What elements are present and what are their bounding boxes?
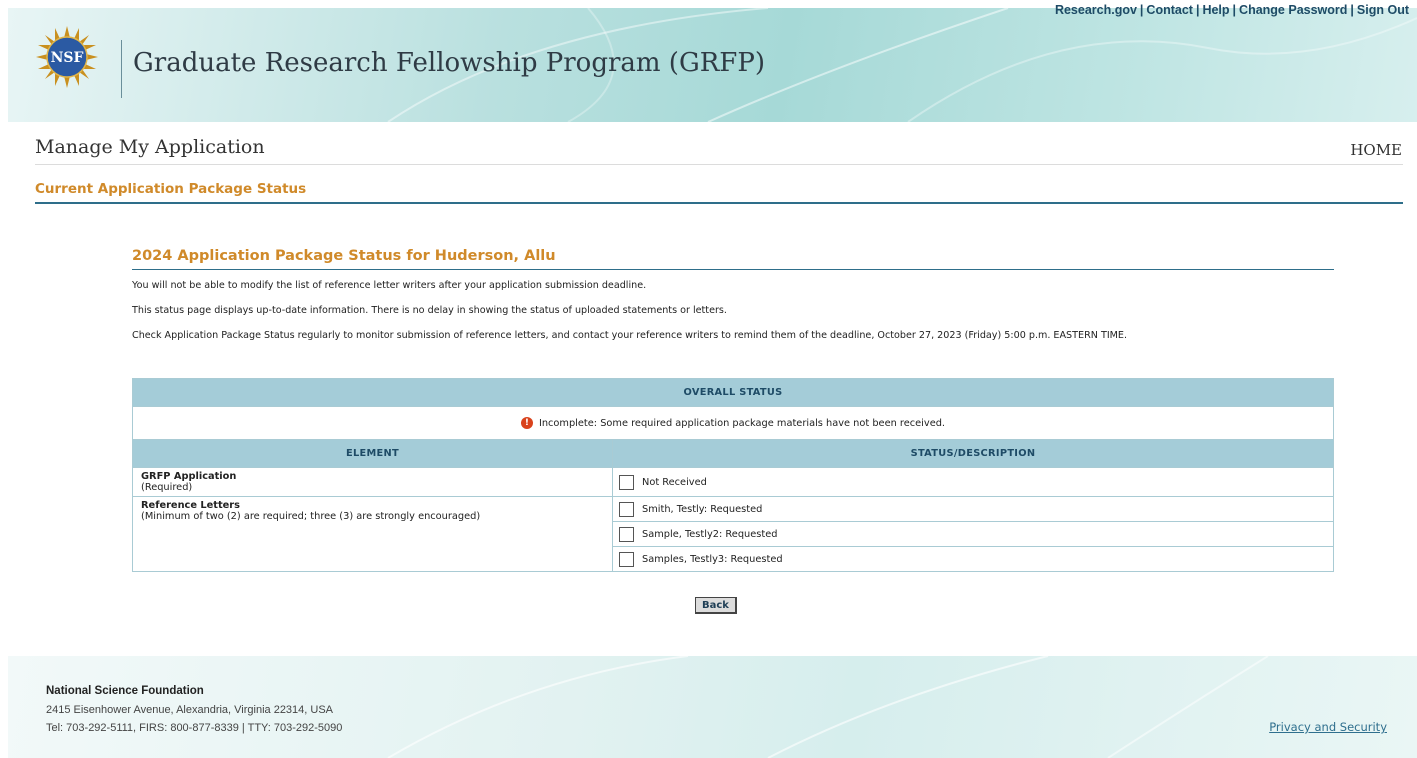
divider (35, 164, 1403, 165)
help-link[interactable]: Help (1202, 3, 1229, 17)
top-links: Research.gov | Contact | Help | Change Passwor… (1054, 3, 1409, 17)
element-name: Reference Letters (141, 500, 240, 511)
status-text: Not Received (642, 476, 707, 488)
back-button[interactable]: Back (695, 597, 737, 614)
element-column-header: ELEMENT (132, 439, 613, 468)
info-paragraph: This status page displays up-to-date inf… (132, 305, 727, 316)
status-item: Not Received (613, 470, 1333, 494)
site-footer: National Science Foundation 2415 Eisenho… (8, 656, 1417, 758)
status-table: OVERALL STATUS ! Incomplete: Some require… (132, 378, 1334, 572)
status-checkbox (619, 501, 634, 517)
info-paragraph: You will not be able to modify the list … (132, 280, 647, 291)
overall-status-text: Incomplete: Some required application pa… (538, 418, 946, 429)
status-cell: Not Received (612, 467, 1334, 497)
overall-status-row: ! Incomplete: Some required application p… (132, 406, 1334, 440)
status-column-header: STATUS/DESCRIPTION (612, 439, 1334, 468)
table-row: GRFP Application (Required) Not Received (132, 467, 1334, 497)
status-cell: Smith, Testly: Requested Sample, Testly2… (612, 496, 1334, 572)
warning-icon: ! (520, 417, 533, 429)
element-cell: GRFP Application (Required) (132, 467, 613, 497)
deadline-paragraph: Check Application Package Status regular… (132, 330, 1128, 341)
element-note: (Minimum of two (2) are required; three … (141, 511, 481, 522)
package-title: 2024 Application Package Status for Hude… (132, 248, 556, 264)
contact-link[interactable]: Contact (1146, 3, 1193, 17)
package-status-panel: 2024 Application Package Status for Hude… (132, 248, 1334, 355)
element-note: (Required) (141, 482, 193, 493)
status-checkbox (619, 474, 634, 490)
divider (132, 269, 1334, 270)
sign-out-link[interactable]: Sign Out (1357, 3, 1409, 17)
overall-status-header: OVERALL STATUS (132, 378, 1334, 407)
status-text: Samples, Testly3: Requested (642, 553, 783, 565)
status-item: Samples, Testly3: Requested (613, 547, 1333, 571)
table-row: Reference Letters (Minimum of two (2) ar… (132, 496, 1334, 572)
footer-org-name: National Science Foundation (46, 685, 204, 697)
footer-address: 2415 Eisenhower Avenue, Alexandria, Virg… (46, 704, 334, 716)
element-name: GRFP Application (141, 471, 237, 482)
status-item: Sample, Testly2: Requested (613, 522, 1333, 547)
status-text: Sample, Testly2: Requested (642, 528, 778, 540)
status-checkbox (619, 526, 634, 542)
svg-text:NSF: NSF (51, 50, 84, 66)
header-divider (121, 40, 122, 98)
divider (35, 202, 1403, 204)
program-title: Graduate Research Fellowship Program (GR… (133, 48, 765, 78)
page-title: Manage My Application (35, 136, 265, 158)
status-item: Smith, Testly: Requested (613, 497, 1333, 522)
privacy-link[interactable]: Privacy and Security (1269, 720, 1387, 734)
site-header: NSF Graduate Research Fellowship Program… (8, 8, 1417, 122)
research-gov-link[interactable]: Research.gov (1055, 3, 1137, 17)
nsf-logo[interactable]: NSF (36, 26, 98, 88)
status-checkbox (619, 551, 634, 567)
home-link[interactable]: HOME (1350, 141, 1402, 159)
section-title: Current Application Package Status (35, 181, 307, 197)
footer-phone: Tel: 703-292-5111, FIRS: 800-877-8339 | … (46, 722, 343, 734)
element-cell: Reference Letters (Minimum of two (2) ar… (132, 496, 613, 572)
change-password-link[interactable]: Change Password (1239, 3, 1347, 17)
status-text: Smith, Testly: Requested (642, 503, 763, 515)
